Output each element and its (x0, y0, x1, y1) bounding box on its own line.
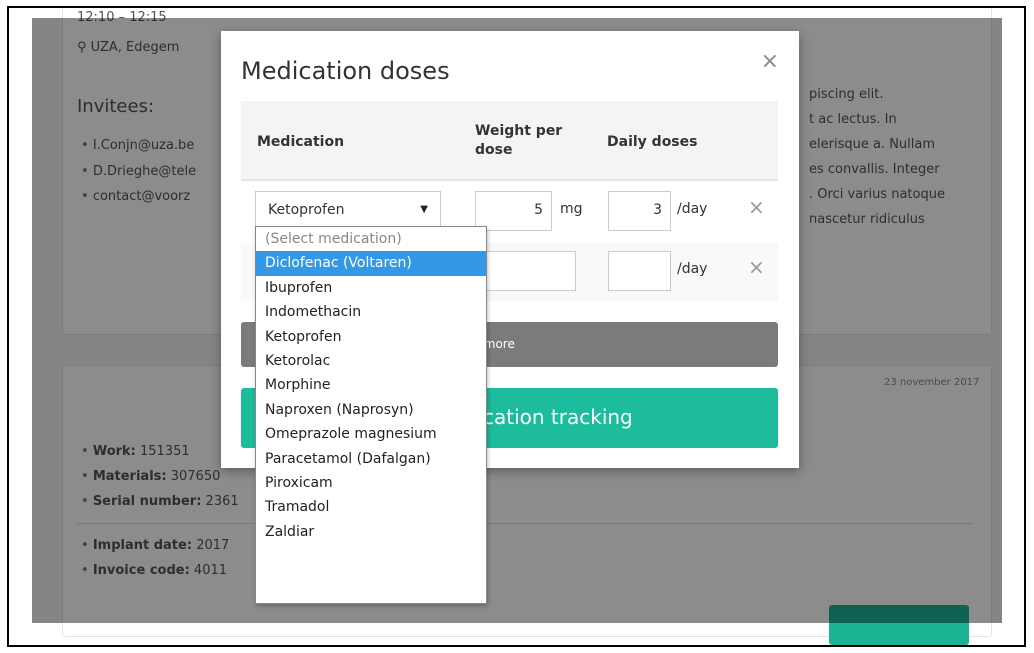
column-header-medication: Medication (257, 134, 345, 150)
weight-unit: mg (560, 201, 583, 217)
daily-unit: /day (677, 201, 708, 217)
dropdown-option[interactable]: Omeprazole magnesium (256, 422, 486, 446)
modal-title: Medication doses (241, 57, 450, 85)
dropdown-option[interactable]: Ketoprofen (256, 325, 486, 349)
column-header-daily: Daily doses (607, 134, 698, 150)
table-header: Medication Weight per dose Daily doses (241, 101, 778, 181)
medication-dropdown-list[interactable]: (Select medication) Diclofenac (Voltaren… (255, 226, 487, 604)
medication-select[interactable]: Ketoprofen ▼ (255, 191, 441, 231)
weight-input[interactable] (475, 251, 576, 291)
dropdown-option[interactable]: Indomethacin (256, 300, 486, 324)
dropdown-option[interactable]: Morphine (256, 373, 486, 397)
caret-down-icon: ▼ (420, 204, 428, 215)
daily-unit: /day (677, 261, 708, 277)
daily-input[interactable] (608, 251, 671, 291)
dropdown-option[interactable]: Diclofenac (Voltaren) (256, 251, 486, 276)
dropdown-option[interactable]: Piroxicam (256, 471, 486, 495)
dropdown-option[interactable]: Naproxen (Naprosyn) (256, 398, 486, 422)
daily-input[interactable]: 3 (608, 191, 671, 231)
dropdown-option[interactable]: Ketorolac (256, 349, 486, 373)
dropdown-option[interactable]: Paracetamol (Dafalgan) (256, 447, 486, 471)
dropdown-option[interactable]: Ibuprofen (256, 276, 486, 300)
remove-row-icon[interactable]: × (748, 255, 765, 279)
dropdown-option[interactable]: Tramadol (256, 495, 486, 519)
dropdown-option[interactable]: Zaldiar (256, 520, 486, 544)
weight-input[interactable]: 5 (475, 191, 552, 231)
remove-row-icon[interactable]: × (748, 195, 765, 219)
column-header-weight: Weight per dose (475, 123, 563, 158)
close-icon[interactable]: × (761, 49, 779, 74)
dropdown-option[interactable]: (Select medication) (256, 227, 486, 251)
